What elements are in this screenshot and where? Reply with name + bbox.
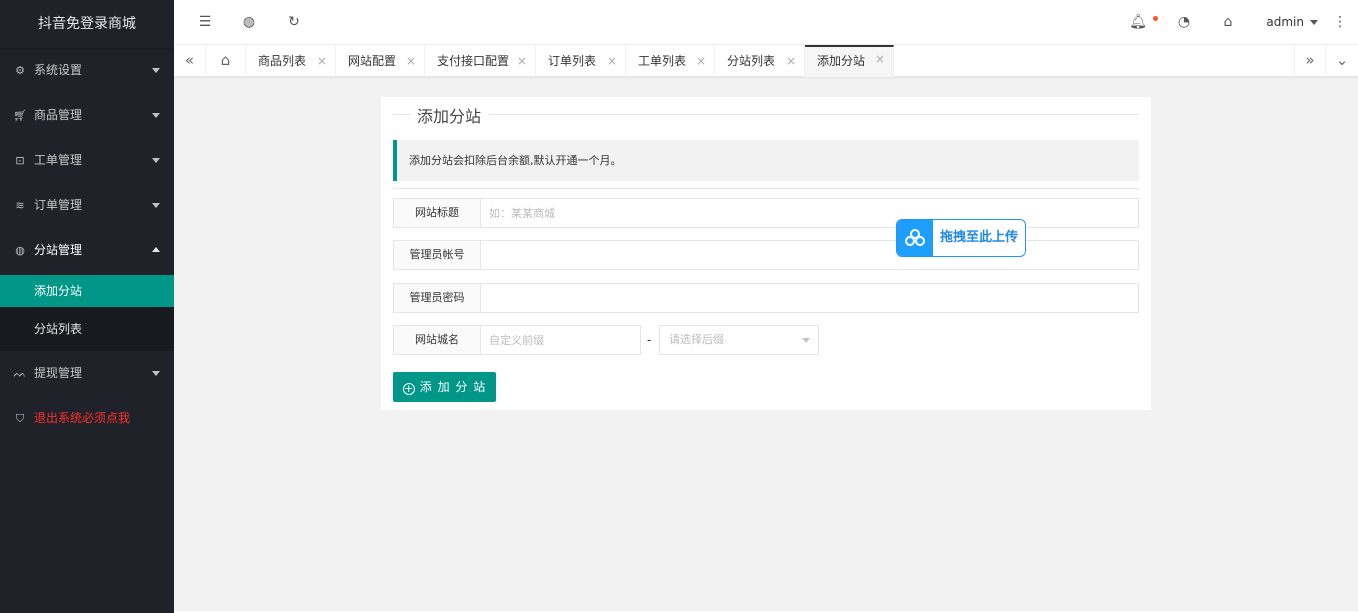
user-menu[interactable]: admin: [1266, 0, 1318, 45]
close-icon[interactable]: ×: [607, 45, 617, 77]
drag-upload-widget[interactable]: 拖拽至此上传: [896, 219, 1026, 257]
tab-label: 商品列表: [258, 54, 307, 68]
username: admin: [1266, 15, 1304, 29]
sidebar-item-label: 提现管理: [34, 366, 83, 380]
legend-divider: [393, 114, 411, 115]
sidebar-item-substations[interactable]: ◍ 分站管理: [0, 228, 174, 273]
layers-icon: ≋: [15, 199, 25, 212]
domain-label: 网站城名: [393, 325, 481, 355]
site-title-label: 网站标题: [393, 198, 481, 228]
form-divider: [393, 188, 1139, 189]
close-icon[interactable]: ×: [317, 45, 327, 77]
add-substation-card: 添加分站 添加分站会扣除后台余额,默认开通一个月。 网站标题 管理员帐号 管理员…: [381, 97, 1151, 410]
domain-separator: -: [647, 333, 652, 347]
app-logo-title: 抖音免登录商城: [0, 0, 174, 48]
tabs-dropdown-icon[interactable]: ⌄: [1326, 45, 1358, 77]
domain-suffix-select[interactable]: 请选择后缀: [659, 325, 819, 355]
sidebar-item-label: 系统设置: [34, 63, 83, 77]
sidebar-item-label: 工单管理: [34, 153, 83, 167]
notice-box: 添加分站会扣除后台余额,默认开通一个月。: [393, 140, 1139, 181]
more-vertical-icon[interactable]: ⋮: [1330, 0, 1350, 45]
sidebar-item-logout[interactable]: ⛉ 退出系统必须点我: [0, 396, 174, 441]
add-substation-button[interactable]: + 添 加 分 站: [393, 372, 496, 402]
chevron-down-icon: [1310, 20, 1318, 25]
sidebar-item-label: 分站管理: [34, 243, 83, 257]
cloud-upload-icon: [897, 220, 933, 256]
site-title-row: 网站标题: [393, 198, 1139, 228]
tab-label: 支付接口配置: [437, 54, 510, 68]
tab-label: 分站列表: [727, 54, 776, 68]
chevron-down-icon: [152, 203, 160, 208]
sidebar: 抖音免登录商城 ⚙ 系统设置 🛒︎ 商品管理 ⊡ 工单管理 ≋ 订单管理 ◍ 分…: [0, 0, 174, 613]
upload-label: 拖拽至此上传: [940, 230, 1019, 245]
tabs-scroll-right-icon[interactable]: »: [1294, 45, 1326, 77]
close-icon[interactable]: ×: [517, 45, 527, 77]
sidebar-item-label: 退出系统必须点我: [34, 411, 131, 425]
tab-label: 网站配置: [348, 54, 397, 68]
chevron-down-icon: [152, 68, 160, 73]
close-icon[interactable]: ×: [696, 45, 706, 77]
tab-ticket-list[interactable]: 工单列表 ×: [626, 45, 715, 77]
home-icon[interactable]: ⌂: [206, 45, 246, 77]
sidebar-subitem-add-substation[interactable]: 添加分站: [0, 275, 174, 307]
legend-divider: [489, 114, 1139, 115]
tab-order-list[interactable]: 订单列表 ×: [536, 45, 626, 77]
tab-site-config[interactable]: 网站配置 ×: [336, 45, 425, 77]
tab-product-list[interactable]: 商品列表 ×: [246, 45, 336, 77]
button-label: 添 加 分 站: [419, 380, 487, 394]
select-placeholder: 请选择后缀: [669, 333, 724, 346]
sidebar-item-orders[interactable]: ≋ 订单管理: [0, 183, 174, 228]
tab-label: 订单列表: [548, 54, 597, 68]
plus-circle-icon: +: [402, 382, 415, 395]
ticket-icon: ⊡: [15, 154, 25, 167]
tab-substation-list[interactable]: 分站列表 ×: [715, 45, 805, 77]
refresh-icon[interactable]: ↻: [279, 0, 309, 45]
chevron-up-icon: [152, 247, 160, 252]
admin-password-label: 管理员密码: [393, 283, 481, 313]
close-icon[interactable]: ×: [406, 45, 416, 77]
sidebar-item-products[interactable]: 🛒︎ 商品管理: [0, 93, 174, 138]
chevron-down-icon: [802, 338, 810, 343]
tab-label: 添加分站: [817, 54, 866, 68]
submenu-substations: 添加分站 分站列表: [0, 275, 174, 351]
site-title-input[interactable]: [481, 198, 1139, 228]
admin-account-row: 管理员帐号: [393, 240, 1139, 270]
website-globe-icon[interactable]: ◍: [234, 0, 264, 45]
notification-dot: [1153, 16, 1158, 21]
domain-prefix-input[interactable]: [481, 325, 641, 355]
tag-icon[interactable]: ⌂: [1213, 0, 1243, 45]
chevron-down-icon: [152, 158, 160, 163]
globe-icon: ◍: [15, 244, 25, 257]
bell-icon[interactable]: 🔔︎: [1123, 0, 1153, 45]
close-icon[interactable]: ×: [786, 45, 796, 77]
tabs-scroll-left-icon[interactable]: «: [174, 45, 206, 77]
domain-row: 网站城名 - 请选择后缀: [393, 325, 1139, 355]
shield-icon: ⛉: [15, 412, 25, 425]
palette-icon[interactable]: ◔: [1169, 0, 1199, 45]
menu-collapse-icon[interactable]: ☰: [190, 0, 220, 45]
sidebar-item-label: 商品管理: [34, 108, 83, 122]
admin-password-input[interactable]: [481, 283, 1139, 313]
chevron-down-icon: [152, 113, 160, 118]
form-legend: 添加分站: [417, 107, 482, 126]
sidebar-item-label: 订单管理: [34, 198, 83, 212]
sidebar-item-tickets[interactable]: ⊡ 工单管理: [0, 138, 174, 183]
sidebar-item-withdraw[interactable]: ᨓ 提现管理: [0, 351, 174, 396]
admin-account-input[interactable]: [481, 240, 1139, 270]
tab-add-substation[interactable]: 添加分站 ×: [805, 45, 894, 77]
chevron-down-icon: [152, 371, 160, 376]
admin-password-row: 管理员密码: [393, 283, 1139, 313]
sidebar-item-system-settings[interactable]: ⚙ 系统设置: [0, 48, 174, 93]
tab-bar: « ⌂ 商品列表 × 网站配置 × 支付接口配置 × 订单列表 × 工单列表 ×…: [174, 45, 1358, 77]
pulse-icon: ᨓ: [13, 367, 27, 380]
tab-payment-config[interactable]: 支付接口配置 ×: [425, 45, 536, 77]
top-header: ☰ ◍ ↻ 🔔︎ ◔ ⌂ admin ⋮: [174, 0, 1358, 45]
close-icon[interactable]: ×: [875, 45, 885, 73]
admin-account-label: 管理员帐号: [393, 240, 481, 270]
tab-label: 工单列表: [638, 54, 687, 68]
cart-icon: 🛒︎: [13, 109, 27, 122]
gear-icon: ⚙: [15, 64, 25, 77]
sidebar-subitem-substation-list[interactable]: 分站列表: [0, 307, 174, 351]
